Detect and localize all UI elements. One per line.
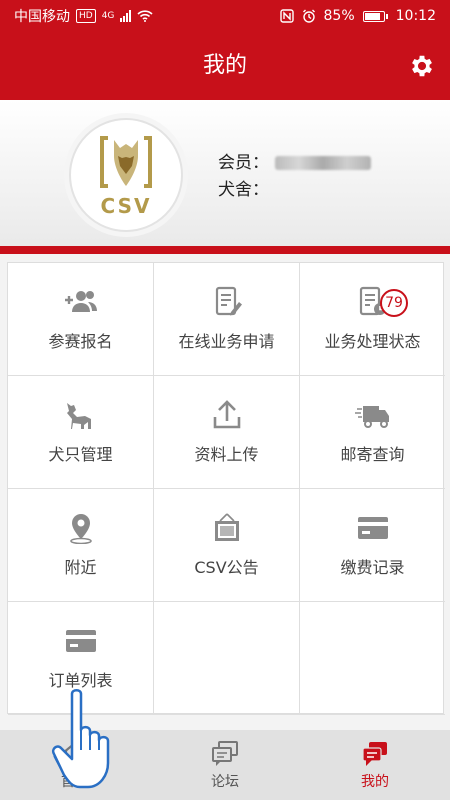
location-pin-icon	[69, 514, 92, 544]
kennel-label: 犬舍：	[218, 180, 269, 200]
notice-board-icon	[214, 513, 239, 541]
logo-text: CSV	[100, 194, 152, 218]
grid-item-label: 资料上传	[194, 445, 259, 464]
delivery-truck-icon	[354, 406, 389, 428]
dog-icon	[66, 403, 91, 429]
grid-item-order-list[interactable]: 订单列表	[8, 602, 154, 715]
grid-item-label: 订单列表	[48, 671, 113, 690]
edit-document-icon	[215, 286, 242, 316]
tab-label: 我的	[361, 774, 389, 790]
settings-gear-icon[interactable]	[408, 52, 436, 80]
hd-icon: HD	[76, 9, 96, 23]
tab-home[interactable]: 首页	[0, 730, 150, 800]
battery-percent: 85%	[323, 8, 355, 24]
tab-label: 首页	[61, 774, 89, 790]
grid-item-label: 在线业务申请	[178, 332, 275, 351]
grid-item-upload[interactable]: 资料上传	[154, 376, 300, 489]
page-title: 我的	[202, 53, 247, 78]
grid-item-label: 业务处理状态	[324, 332, 421, 351]
grid-item-label: 缴费记录	[340, 558, 405, 577]
csv-shepherd-logo-icon	[100, 136, 152, 188]
nfc-icon	[279, 9, 294, 23]
grid-item-nearby[interactable]: 附近	[8, 489, 154, 602]
bottom-tab-bar: 首页 论坛 我的	[0, 730, 450, 800]
grid-item-label: CSV公告	[194, 558, 259, 577]
tab-mine[interactable]: 我的	[300, 730, 450, 800]
battery-icon	[362, 10, 388, 22]
grid-item-label: 附近	[64, 558, 97, 577]
grid-item-csv-notice[interactable]: CSV公告	[154, 489, 300, 602]
avatar[interactable]: CSV	[69, 118, 183, 232]
carrier-name: 中国移动	[14, 9, 70, 25]
signal-icon	[120, 10, 132, 22]
wifi-icon	[137, 10, 153, 22]
grid-empty-cell	[154, 602, 300, 715]
home-icon	[62, 741, 88, 766]
chat-icon	[212, 741, 238, 766]
function-grid: 参赛报名 在线业务申请 业务处理状态 79 犬只管理 资料上传 邮寄查询 附近 …	[7, 262, 445, 715]
network-type: 4G	[101, 11, 115, 21]
card-icon	[65, 630, 96, 652]
chat-icon	[362, 742, 387, 766]
grid-item-online-application[interactable]: 在线业务申请	[154, 263, 300, 376]
grid-item-registration[interactable]: 参赛报名	[8, 263, 154, 376]
card-icon	[357, 517, 388, 539]
grid-item-dog-management[interactable]: 犬只管理	[8, 376, 154, 489]
grid-item-label: 邮寄查询	[340, 445, 405, 464]
member-info: 会员： 犬舍：	[218, 150, 371, 204]
tab-label: 论坛	[211, 774, 239, 790]
notification-badge: 79	[380, 289, 408, 317]
grid-item-mail-tracking[interactable]: 邮寄查询	[300, 376, 445, 489]
grid-empty-cell	[300, 602, 445, 715]
add-user-icon	[64, 291, 97, 312]
grid-item-label: 犬只管理	[48, 445, 113, 464]
tab-forum[interactable]: 论坛	[150, 730, 300, 800]
upload-icon	[213, 400, 240, 429]
app-bar: 我的	[0, 32, 450, 100]
member-label: 会员：	[218, 153, 269, 173]
status-bar: 中国移动 HD 4G 85% 10:12	[0, 0, 450, 32]
grid-item-label: 参赛报名	[48, 332, 113, 351]
clock: 10:12	[395, 8, 436, 24]
grid-item-payment-records[interactable]: 缴费记录	[300, 489, 445, 602]
profile-divider	[0, 246, 450, 254]
grid-item-business-status[interactable]: 业务处理状态 79	[300, 263, 445, 376]
alarm-icon	[302, 9, 315, 23]
member-name-blurred	[275, 156, 371, 170]
